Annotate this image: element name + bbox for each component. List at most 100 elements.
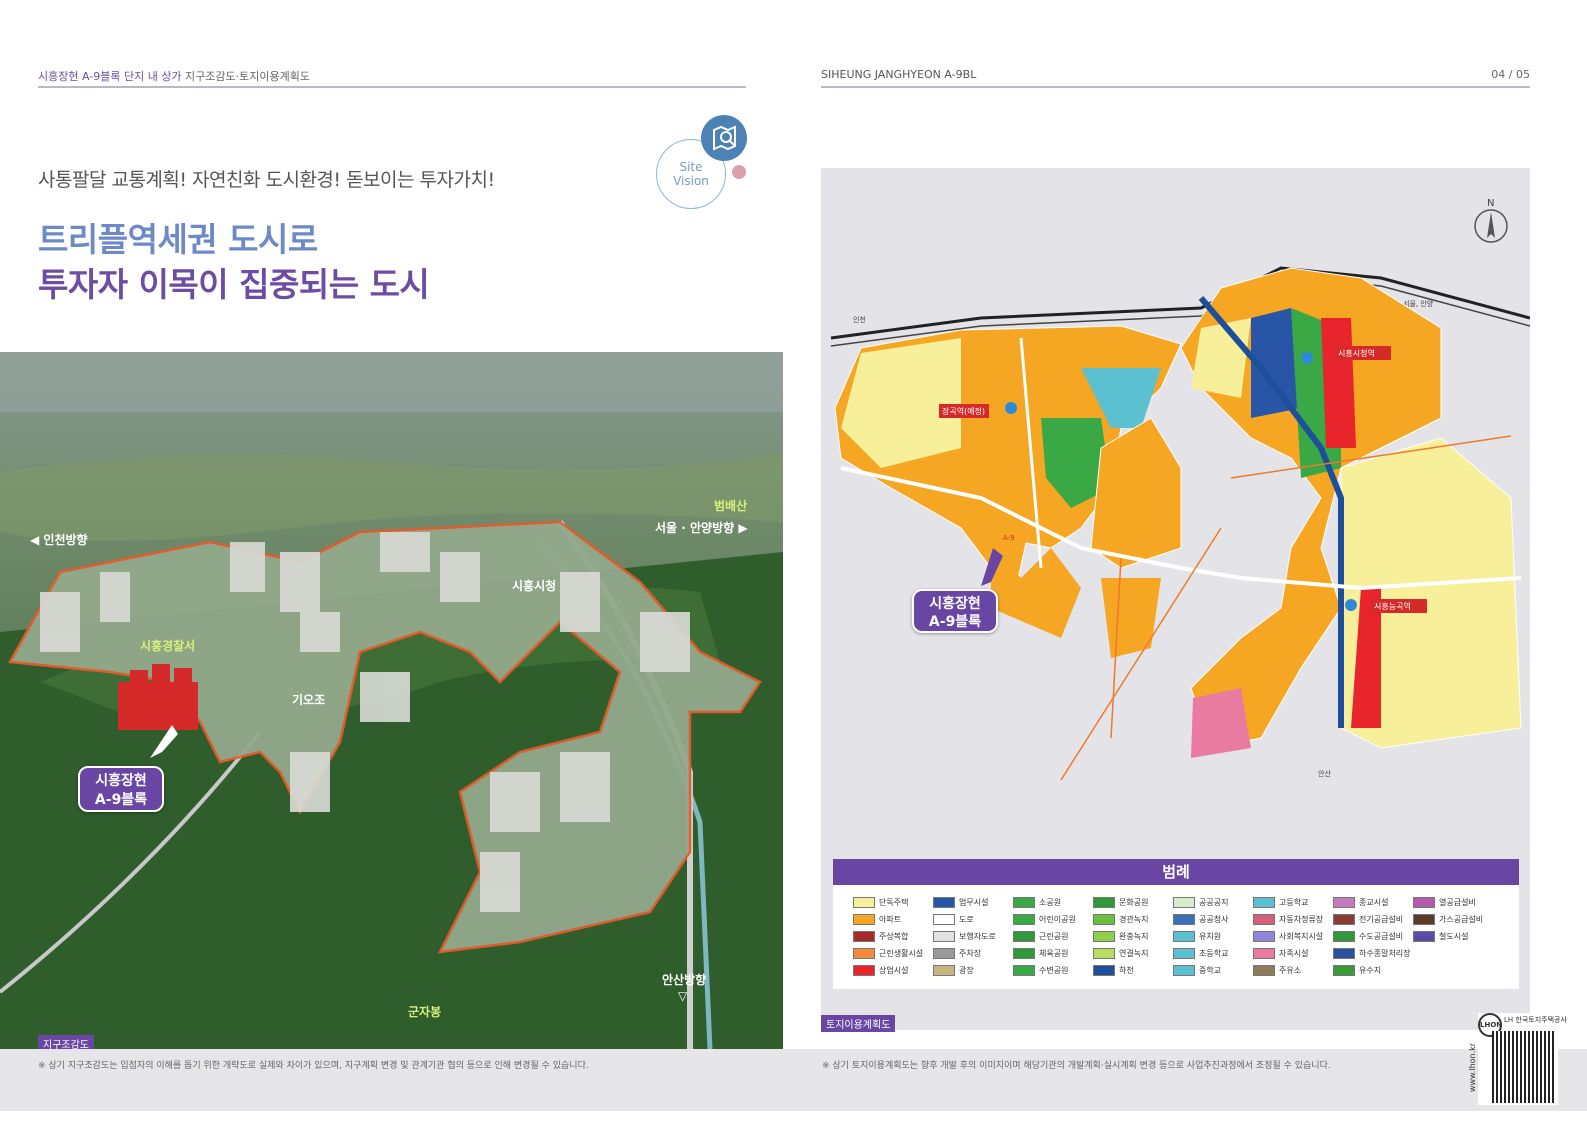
legend-item: 문화공원 (1093, 897, 1173, 911)
legend-label: 유수지 (1359, 966, 1382, 975)
legend-swatch (933, 965, 955, 976)
legend-swatch (1333, 948, 1355, 959)
legend-label: 중학교 (1199, 966, 1222, 975)
badge-line2: A-9블록 (94, 792, 148, 808)
map-search-icon (701, 115, 747, 161)
qr-code[interactable]: LHON LH 한국토지주택공사 www.lhon.kr (1468, 1013, 1567, 1105)
legend-swatch (1413, 931, 1435, 942)
legend-label: 철도시설 (1439, 932, 1469, 941)
legend-swatch (1173, 914, 1195, 925)
site-vision-text: Site Vision (656, 160, 726, 188)
legend-swatch (1093, 914, 1115, 925)
legend-swatch (1173, 931, 1195, 942)
legend-label: 도로 (959, 915, 974, 924)
legend-swatch (1413, 914, 1435, 925)
legend-item: 철도시설 (1413, 931, 1493, 945)
legend-item: 공공공지 (1173, 897, 1253, 911)
site-vision-line1: Site (679, 160, 703, 174)
header-accent-text: 시흥장현 A-9블록 단지 내 상가 (38, 70, 182, 83)
legend-item: 근린생활시설 (853, 948, 933, 962)
legend-item: 고등학교 (1253, 897, 1333, 911)
station-jangok: 장곡역(예정) (942, 406, 985, 416)
legend-swatch (853, 948, 875, 959)
legend-swatch (1013, 914, 1035, 925)
aerial-disclaimer: ※ 상기 지구조감도는 입점자의 이해를 돕기 위한 개략도로 실제와 차이가 … (38, 1061, 589, 1071)
legend-swatch (853, 914, 875, 925)
left-page-header: 시흥장현 A-9블록 단지 내 상가 지구조감도·토지이용계획도 (38, 68, 746, 88)
legend-item: 가스공급설비 (1413, 914, 1493, 928)
decorative-dot (732, 165, 746, 179)
legend-label: 연결녹지 (1119, 949, 1149, 958)
legend-label: 종교시설 (1359, 898, 1389, 907)
legend-item: 보행자도로 (933, 931, 1013, 945)
label-seoul: 서울 · 안양방향 ▶ (655, 520, 748, 535)
subway-icon (1005, 402, 1017, 414)
legend-item: 경관녹지 (1093, 914, 1173, 928)
legend-label: 광장 (959, 966, 974, 975)
legend-label: 수변공원 (1039, 966, 1069, 975)
map-legend: 범례 단독주택 아파트 주상복합 근린생활시설 상업시설 업무시설 도로 보행자도로 주차장 광장… (833, 859, 1519, 989)
label-police: 시흥경찰서 (140, 638, 195, 653)
legend-swatch (1413, 897, 1435, 908)
legend-label: 공공공지 (1199, 898, 1229, 907)
legend-label: 완충녹지 (1119, 932, 1149, 941)
legend-item: 유치원 (1173, 931, 1253, 945)
legend-item: 주유소 (1253, 965, 1333, 979)
legend-swatch (933, 897, 955, 908)
legend-item: 업무시설 (933, 897, 1013, 911)
legend-item: 종교시설 (1333, 897, 1413, 911)
legend-item: 주상복합 (853, 931, 933, 945)
badge-line1: 시흥장현 (929, 596, 981, 612)
headline-line-1: 트리플역세권 도시로 (38, 220, 318, 259)
legend-label: 공공청사 (1199, 915, 1229, 924)
legend-swatch (1173, 965, 1195, 976)
legend-label: 체육공원 (1039, 949, 1069, 958)
qr-pattern (1492, 1031, 1554, 1103)
legend-item: 하수종말처리장 (1333, 948, 1413, 962)
label-ansan-arrow: ▽ (678, 989, 688, 1003)
tagline: 사통팔달 교통계획! 자연친화 도시환경! 돋보이는 투자가치! (38, 169, 495, 191)
legend-item: 자족시설 (1253, 948, 1333, 962)
legend-label: 주유소 (1279, 966, 1302, 975)
legend-swatch (1253, 931, 1275, 942)
legend-item: 체육공원 (1013, 948, 1093, 962)
legend-item: 사회복지시설 (1253, 931, 1333, 945)
dir-incheon: 인천 (853, 315, 866, 324)
dir-ansan: 안산 (1318, 769, 1331, 778)
legend-item: 연결녹지 (1093, 948, 1173, 962)
legend-item: 주차장 (933, 948, 1013, 962)
aerial-view-image: ◀ 인천방향 서울 · 안양방향 ▶ 범배산 시흥시청 시흥경찰서 기오조 안산… (0, 352, 783, 1049)
label-ansan: 안산방향 (662, 972, 706, 987)
north-label: N (1487, 198, 1494, 209)
legend-item: 소공원 (1013, 897, 1093, 911)
legend-swatch (1013, 965, 1035, 976)
label-small: 기오조 (292, 692, 325, 707)
qr-caption: LH 한국토지주택공사 (1504, 1016, 1567, 1024)
legend-item: 하천 (1093, 965, 1173, 979)
legend-item: 어린이공원 (1013, 914, 1093, 928)
station-cityhall: 시흥시청역 (1338, 348, 1375, 358)
legend-label: 문화공원 (1119, 898, 1149, 907)
label-incheon: ◀ 인천방향 (30, 532, 88, 547)
legend-label: 업무시설 (959, 898, 989, 907)
legend-label: 단독주택 (879, 898, 909, 907)
legend-label: 초등학교 (1199, 949, 1229, 958)
legend-item: 상업시설 (853, 965, 933, 979)
legend-label: 자동차정류장 (1279, 915, 1324, 924)
page-number: 04 / 05 (1491, 68, 1530, 81)
legend-label: 수도공급설비 (1359, 932, 1404, 941)
legend-swatch (933, 948, 955, 959)
legend-swatch (1173, 948, 1195, 959)
legend-item: 완충녹지 (1093, 931, 1173, 945)
legend-item: 광장 (933, 965, 1013, 979)
legend-label: 열공급설비 (1439, 898, 1476, 907)
legend-item: 자동차정류장 (1253, 914, 1333, 928)
legend-label: 주차장 (959, 949, 982, 958)
subway-icon (1301, 352, 1313, 364)
header-rest-text: 지구조감도·토지이용계획도 (181, 70, 310, 83)
legend-item: 유수지 (1333, 965, 1413, 979)
legend-swatch (1173, 897, 1195, 908)
legend-swatch (1093, 897, 1115, 908)
block-a9-label: A-9 (1003, 534, 1015, 542)
legend-label: 근린공원 (1039, 932, 1069, 941)
